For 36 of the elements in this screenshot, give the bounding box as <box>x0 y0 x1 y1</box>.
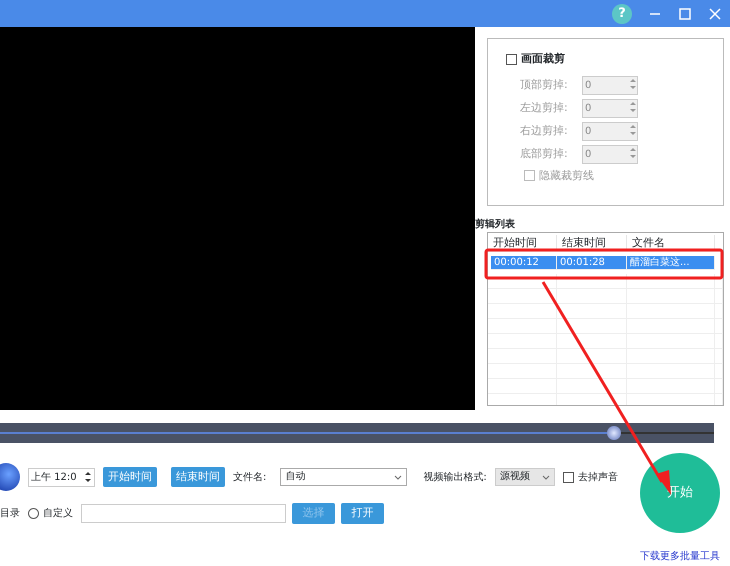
custom-label: 自定义 <box>43 506 73 521</box>
column-header[interactable]: 结束时间 <box>557 234 627 250</box>
column-header[interactable]: 文件名 <box>627 234 715 250</box>
format-label: 视频输出格式: <box>423 470 487 484</box>
number-spinner: 0 <box>582 122 638 140</box>
timeline-slider[interactable] <box>0 423 714 443</box>
filename-dropdown[interactable]: 自动 <box>280 468 408 486</box>
list-title: 剪辑列表 <box>475 218 516 232</box>
select-button: 选择 <box>292 503 335 524</box>
crop-field-label: 左边剪掉: <box>520 100 569 116</box>
crop-field-label: 顶部剪掉: <box>520 76 569 93</box>
more-tools-link[interactable]: 下载更多批量工具 <box>640 549 720 564</box>
mute-checkbox[interactable] <box>562 472 574 482</box>
close-icon[interactable] <box>708 6 722 20</box>
mute-label: 去掉声音 <box>578 470 618 484</box>
crop-field-label: 底部剪掉: <box>520 146 569 162</box>
time-field[interactable]: 上午 12:0 <box>28 468 95 486</box>
custom-radio[interactable] <box>28 508 39 519</box>
crop-checkbox[interactable] <box>506 54 517 65</box>
number-spinner: 0 <box>582 144 638 164</box>
crop-field-label: 右边剪掉: <box>520 122 569 139</box>
path-field[interactable] <box>81 504 286 523</box>
hide-lines-label: 隐藏裁剪线 <box>539 168 594 184</box>
maximize-icon[interactable] <box>678 6 692 20</box>
slider-thumb[interactable] <box>607 426 622 440</box>
chevron-down-icon[interactable] <box>394 474 402 480</box>
chevron-down-icon[interactable] <box>542 474 550 480</box>
crop-label: 画面裁剪 <box>521 51 565 67</box>
capture-orb-icon[interactable] <box>0 463 20 491</box>
number-spinner: 0 <box>582 76 638 94</box>
spin-arrows-icon[interactable] <box>84 470 92 484</box>
number-spinner: 0 <box>582 98 638 118</box>
format-dropdown[interactable]: 源视频 <box>494 468 555 486</box>
output-dir-label: 目录 <box>0 506 20 521</box>
column-header[interactable]: 开始时间 <box>488 234 557 250</box>
filename-label: 文件名: <box>233 470 266 484</box>
